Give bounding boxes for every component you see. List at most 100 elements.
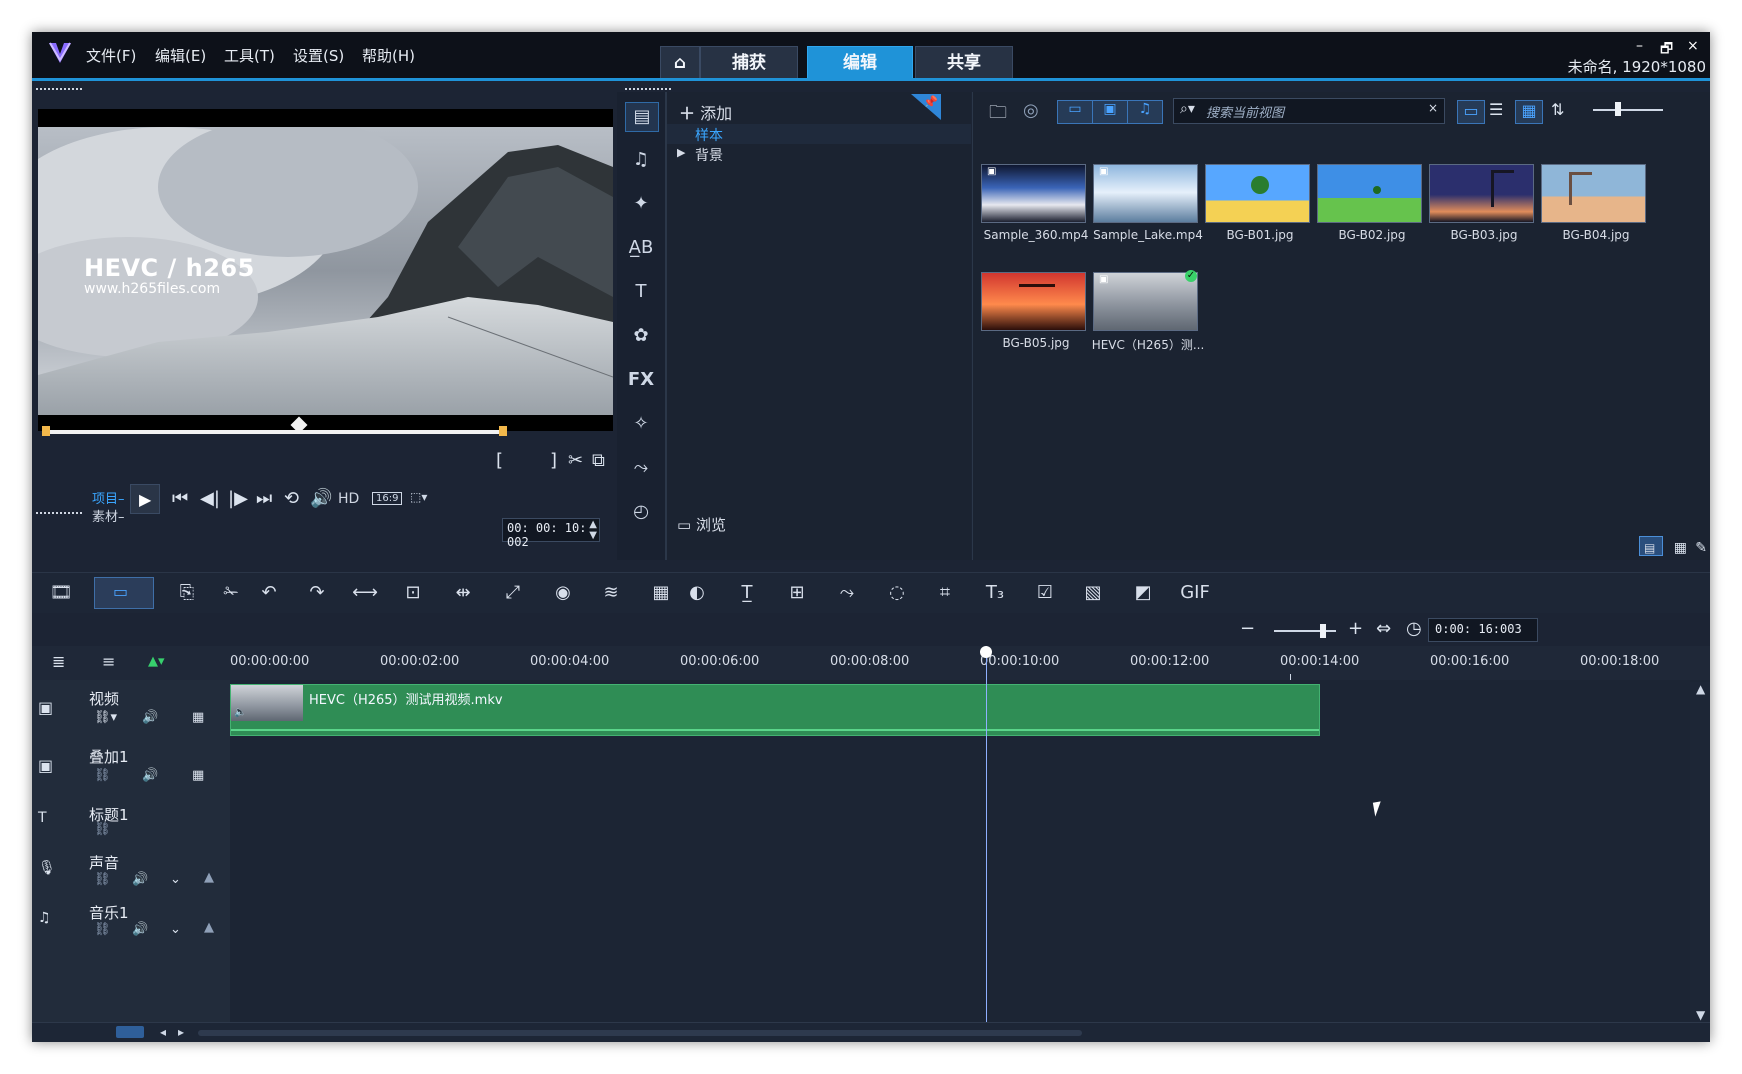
add-marker-icon[interactable]: ▲▾ bbox=[148, 654, 165, 669]
link-icon[interactable]: ⛓ bbox=[94, 768, 111, 783]
search-input[interactable]: 搜索当前视图 bbox=[1206, 102, 1284, 121]
minimize-button[interactable]: – bbox=[1636, 38, 1643, 54]
play-button[interactable]: ▶ bbox=[130, 484, 160, 514]
timecode-field[interactable]: 00: 00: 10: 002 ▲ ▼ bbox=[502, 518, 600, 549]
title-editor-icon[interactable]: T̲ bbox=[732, 581, 762, 605]
copy-frame-icon[interactable]: ⧉ bbox=[592, 450, 605, 471]
gif-icon[interactable]: GIF bbox=[1180, 581, 1210, 605]
display-mode-icon[interactable]: ⬚▾ bbox=[410, 490, 427, 504]
fit-project-icon[interactable]: ⇔ bbox=[1376, 618, 1391, 639]
panel-option-1[interactable]: ▤ bbox=[1639, 536, 1663, 556]
close-button[interactable]: × bbox=[1687, 38, 1699, 54]
mode-project[interactable]: 项目– bbox=[92, 488, 125, 507]
tree-item-background[interactable]: ▶ 背景 bbox=[667, 144, 971, 164]
panel-option-2-icon[interactable]: ▦ bbox=[1674, 540, 1687, 556]
redo-icon[interactable]: ↷ bbox=[302, 581, 332, 605]
track-head-music[interactable]: ♫ 音乐1 ⛓ 🔊 ⌄ ▲ bbox=[32, 894, 230, 945]
caption-tool[interactable]: A̲B bbox=[625, 234, 657, 262]
expand-icon[interactable]: ⌄ bbox=[170, 922, 181, 937]
list-view-icon[interactable]: ☰ bbox=[1489, 100, 1503, 119]
scroll-left-icon[interactable]: ◂ bbox=[160, 1025, 166, 1039]
tree-expand-icon[interactable]: ▶ bbox=[677, 146, 685, 159]
tab-share[interactable]: 共享 bbox=[915, 46, 1013, 80]
graphic-tool[interactable]: ✿ bbox=[625, 322, 657, 350]
scrubber[interactable] bbox=[42, 416, 507, 438]
fit-icon[interactable]: ⟷ bbox=[350, 581, 380, 605]
path-tool[interactable]: ⤳ bbox=[625, 454, 657, 482]
checklist-icon[interactable]: ☑ bbox=[1030, 581, 1060, 605]
audio-wave-icon[interactable]: ≋ bbox=[596, 581, 626, 605]
track-volume-icon[interactable]: 🔊 bbox=[132, 872, 148, 887]
hd-button[interactable]: HD bbox=[338, 491, 359, 507]
home-tab[interactable]: ⌂ bbox=[660, 46, 700, 80]
insert-track-icon[interactable] bbox=[116, 1026, 144, 1038]
focus-icon[interactable]: ⌗ bbox=[930, 581, 960, 605]
stretch-icon[interactable]: ⤢ bbox=[498, 581, 528, 605]
mark-in-handle[interactable] bbox=[42, 426, 50, 436]
media-thumb-bg-b05[interactable]: BG-B05.jpg bbox=[975, 262, 1086, 362]
link-icon[interactable]: ⛓ bbox=[94, 872, 111, 887]
timeline-playhead[interactable] bbox=[986, 646, 987, 1022]
split-screen-icon[interactable]: ⊞ bbox=[782, 581, 812, 605]
transition-tool[interactable]: ✦ bbox=[625, 190, 657, 218]
track-row-overlay[interactable] bbox=[230, 738, 1710, 797]
scroll-thumb[interactable] bbox=[198, 1030, 1082, 1036]
audio-tool[interactable]: ♫ bbox=[625, 146, 657, 174]
zoom-slider-handle[interactable] bbox=[1320, 624, 1326, 638]
add-button[interactable]: ＋ 添加 bbox=[679, 100, 732, 124]
screen-icon[interactable]: ⊡ bbox=[398, 581, 428, 605]
pin-button[interactable]: 📌 bbox=[911, 94, 941, 120]
media-thumb-bg-b04[interactable]: BG-B04.jpg bbox=[1535, 154, 1646, 254]
link-icon[interactable]: ⛓ bbox=[94, 922, 111, 937]
tree-item-sample[interactable]: 样本 bbox=[667, 124, 971, 144]
mosaic-icon[interactable]: ▦ bbox=[192, 768, 204, 783]
menu-tools[interactable]: 工具(T) bbox=[224, 44, 275, 68]
menu-help[interactable]: 帮助(H) bbox=[362, 44, 415, 68]
record-icon[interactable]: ◉ bbox=[548, 581, 578, 605]
capture-icon[interactable]: ◎ bbox=[1023, 100, 1039, 121]
mode-clip[interactable]: 素材– bbox=[92, 506, 125, 525]
track-volume-icon[interactable]: 🔊 bbox=[142, 768, 158, 783]
track-row-music[interactable] bbox=[230, 894, 1710, 945]
menu-file[interactable]: 文件(F) bbox=[86, 44, 136, 68]
menu-settings[interactable]: 设置(S) bbox=[293, 44, 344, 68]
timeline-view-toggle[interactable]: ▭ bbox=[94, 577, 154, 609]
browse-button[interactable]: ▭ 浏览 bbox=[677, 514, 726, 535]
mode-icon[interactable]: ▲ bbox=[204, 870, 214, 885]
track-row-voice[interactable] bbox=[230, 844, 1710, 895]
mode-icon[interactable]: ▲ bbox=[204, 920, 214, 935]
thumb-size-slider-handle[interactable] bbox=[1615, 102, 1621, 116]
clear-search-icon[interactable]: × bbox=[1428, 101, 1438, 115]
chapter-icon[interactable]: ≡ bbox=[102, 652, 115, 671]
media-thumb-sample-360[interactable]: ▣ Sample_360.mp4 bbox=[975, 154, 1088, 254]
volume-icon[interactable]: 🔊 bbox=[310, 488, 332, 509]
grid-view-toggle[interactable]: ▦ bbox=[1515, 100, 1543, 124]
project-duration[interactable]: 0:00: 16:003 bbox=[1428, 618, 1538, 642]
mask-icon[interactable]: ◐ bbox=[682, 581, 712, 605]
track-row-video[interactable]: 🔈 HEVC（H265）测试用视频.mkv bbox=[230, 680, 1710, 739]
track-volume-icon[interactable]: 🔊 bbox=[132, 922, 148, 937]
zoom-in-icon[interactable]: + bbox=[1348, 618, 1363, 639]
track-manager-icon[interactable]: ≣ bbox=[52, 652, 65, 671]
import-folder-icon[interactable]: 🗀 bbox=[989, 100, 1007, 130]
show-photo-toggle[interactable]: ▣ bbox=[1092, 100, 1128, 124]
sort-icon[interactable]: ⇅ bbox=[1551, 100, 1564, 119]
media-thumb-bg-b02[interactable]: BG-B02.jpg bbox=[1311, 154, 1422, 254]
prev-frame-icon[interactable]: ◀| bbox=[200, 488, 220, 509]
horizontal-scrollbar[interactable]: ◂ ▸ bbox=[32, 1022, 1710, 1042]
media-thumb-hevc[interactable]: ▣ ✓ HEVC（H265）测... bbox=[1087, 262, 1204, 362]
timecode-spin-icon[interactable]: ▲ ▼ bbox=[589, 519, 597, 541]
mark-out-icon[interactable]: ] bbox=[550, 450, 557, 471]
tab-edit[interactable]: 编辑 bbox=[807, 46, 913, 80]
timeline-playhead-handle[interactable] bbox=[980, 646, 992, 658]
mark-in-icon[interactable]: [ bbox=[496, 450, 503, 471]
menu-edit[interactable]: 编辑(E) bbox=[155, 44, 206, 68]
scroll-down-icon[interactable]: ▼ bbox=[1696, 1008, 1705, 1022]
fx-tool[interactable]: FX bbox=[625, 366, 657, 394]
vertical-scrollbar[interactable]: ▲ ▼ bbox=[1690, 682, 1710, 1022]
storyboard-view-icon[interactable]: 🎞 bbox=[46, 581, 76, 605]
3d-title-icon[interactable]: T₃ bbox=[980, 581, 1010, 605]
media-tool[interactable]: ▤ bbox=[625, 102, 659, 132]
search-box[interactable]: ⌕▾ 搜索当前视图 × bbox=[1173, 98, 1445, 124]
zoom-slider[interactable] bbox=[1274, 630, 1336, 632]
